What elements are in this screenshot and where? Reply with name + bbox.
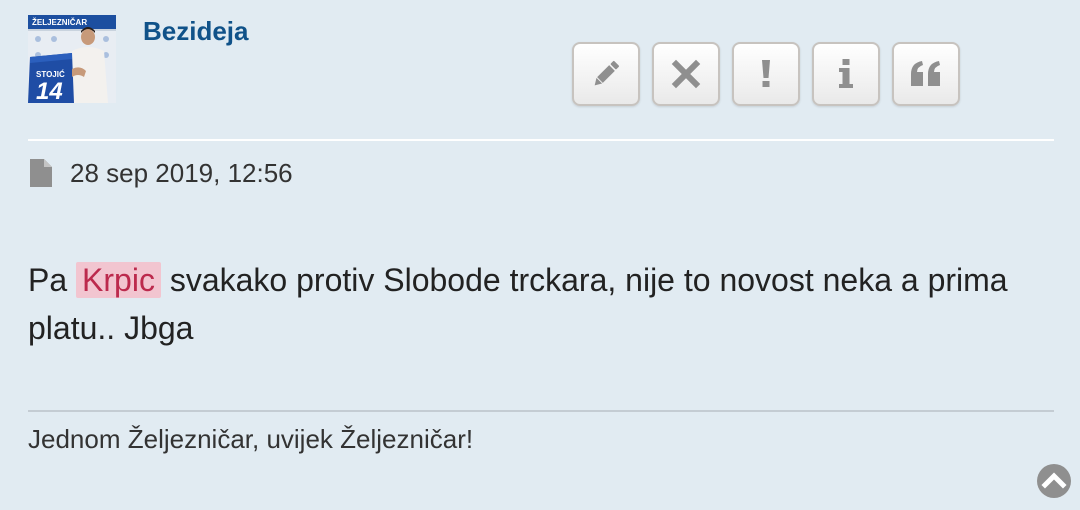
user-avatar[interactable]: ŽELJEZNIČAR STOJIĆ 14 — [28, 15, 116, 103]
back-to-top-button[interactable] — [1036, 463, 1072, 499]
post-signature: Jednom Željezničar, uvijek Željezničar! — [28, 424, 474, 454]
highlighted-search-term: Krpic — [76, 262, 161, 298]
avatar-image: ŽELJEZNIČAR STOJIĆ 14 — [28, 15, 116, 103]
post-content-text-start: Pa — [28, 262, 77, 298]
quote-icon — [911, 61, 940, 86]
information-button[interactable] — [812, 42, 880, 106]
post-date: 28 sep 2019, 12:56 — [70, 157, 293, 188]
chevron-up-circle-icon — [1037, 464, 1071, 498]
avatar-banner-text: ŽELJEZNIČAR — [32, 18, 87, 27]
edit-button[interactable] — [572, 42, 640, 106]
exclamation-icon — [762, 60, 770, 87]
post-content: Pa Krpic svakako protiv Slobode trckara,… — [28, 256, 1048, 352]
post-header-divider — [28, 139, 1054, 141]
close-icon — [671, 59, 701, 89]
info-icon — [839, 59, 853, 88]
pencil-icon — [594, 60, 620, 86]
signature-divider — [28, 410, 1054, 412]
quote-button[interactable] — [892, 42, 960, 106]
post-author-username[interactable]: Bezideja — [143, 16, 249, 47]
avatar-shirt-number: 14 — [36, 78, 63, 103]
post-date-row: 28 sep 2019, 12:56 — [28, 156, 293, 190]
report-button[interactable] — [732, 42, 800, 106]
post-content-text-end: svakako protiv Slobode trckara, nije to … — [28, 262, 1008, 346]
delete-button[interactable] — [652, 42, 720, 106]
post-file-icon[interactable] — [28, 158, 54, 188]
